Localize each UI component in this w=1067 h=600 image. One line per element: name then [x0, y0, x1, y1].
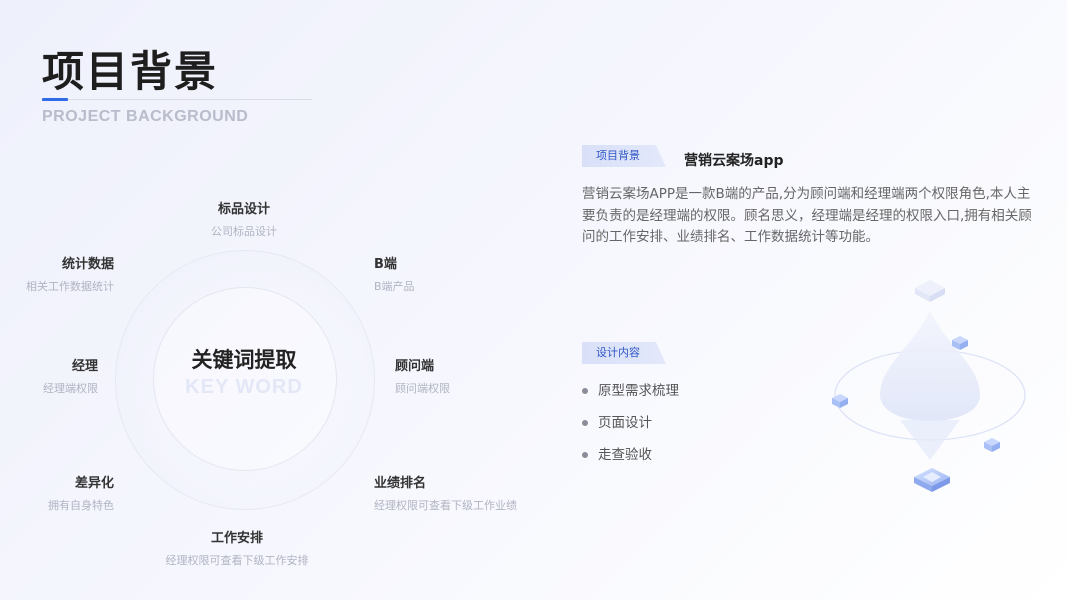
background-paragraph: 营销云案场APP是一款B端的产品,分为顾问端和经理端两个权限角色,本人主要负责的…	[582, 186, 1032, 246]
keyword-item-title: 经理	[71, 359, 98, 374]
bullet-icon	[582, 452, 588, 458]
keyword-item: 工作安排 经理权限可查看下级工作安排	[166, 527, 309, 568]
title-accent-bar	[42, 98, 68, 101]
keyword-item: 顾问端 顾问端权限	[395, 355, 450, 396]
list-item-label: 走查验收	[598, 447, 652, 463]
title-divider	[42, 99, 312, 100]
keyword-item-title: B端	[374, 257, 397, 272]
bullet-icon	[582, 388, 588, 394]
keyword-item-title: 标品设计	[217, 202, 270, 217]
keyword-item: 统计数据 相关工作数据统计	[26, 253, 114, 294]
list-item-label: 页面设计	[598, 415, 652, 431]
keyword-item-sub: 经理权限可查看下级工作安排	[165, 554, 309, 567]
list-item-label: 原型需求梳理	[598, 383, 679, 399]
keyword-item-title: 统计数据	[61, 257, 114, 272]
keyword-item: 标品设计 公司标品设计	[211, 198, 277, 239]
keyword-item-title: 工作安排	[210, 531, 263, 546]
background-title: 营销云案场app	[684, 153, 784, 169]
list-item: 页面设计	[582, 412, 679, 444]
keyword-item-sub: 拥有自身特色	[48, 499, 114, 512]
keyword-item-title: 业绩排名	[374, 476, 427, 491]
page-subtitle: PROJECT BACKGROUND	[42, 108, 249, 125]
page-title: 项目背景	[42, 47, 219, 96]
keyword-center-subtitle: KEY WORD	[185, 376, 303, 398]
keyword-item-title: 差异化	[74, 476, 114, 491]
keyword-item: B端 B端产品	[374, 253, 415, 294]
isometric-cubes-droplet-icon	[832, 280, 1026, 492]
keyword-item-sub: 经理权限可查看下级工作业绩	[374, 499, 517, 512]
keyword-item: 经理 经理端权限	[43, 355, 98, 396]
keyword-item-title: 顾问端	[395, 359, 435, 374]
keyword-item-sub: 相关工作数据统计	[26, 280, 114, 293]
keyword-item-sub: B端产品	[374, 280, 415, 293]
background-tag: 项目背景	[582, 145, 666, 167]
keyword-item-sub: 公司标品设计	[211, 225, 277, 238]
keyword-item: 业绩排名 经理权限可查看下级工作业绩	[374, 472, 517, 513]
design-list: 原型需求梳理 页面设计 走查验收	[582, 380, 679, 476]
keyword-center-title: 关键词提取	[191, 348, 297, 372]
design-tag: 设计内容	[582, 342, 666, 364]
keyword-item-sub: 经理端权限	[43, 382, 98, 395]
keyword-item-sub: 顾问端权限	[395, 382, 450, 395]
list-item: 走查验收	[582, 444, 679, 476]
bullet-icon	[582, 420, 588, 426]
keyword-item: 差异化 拥有自身特色	[48, 472, 114, 513]
list-item: 原型需求梳理	[582, 380, 679, 412]
